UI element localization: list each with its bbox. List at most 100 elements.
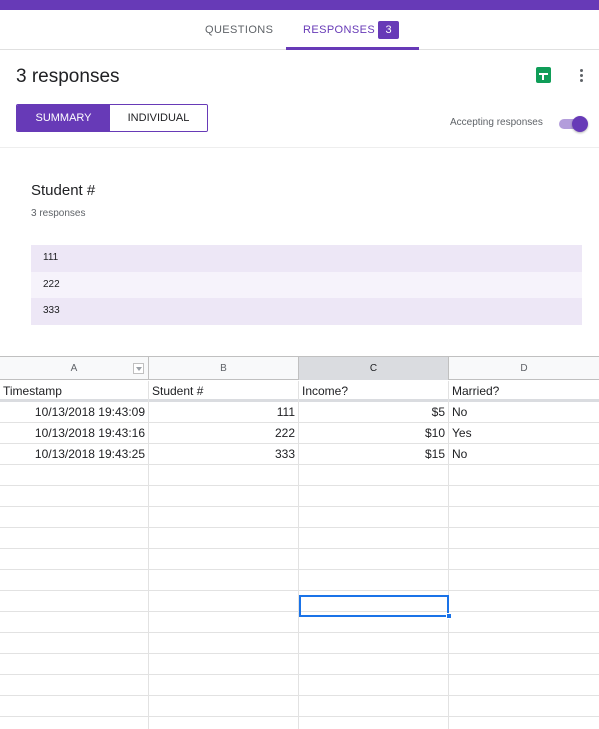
cell[interactable] <box>299 696 449 717</box>
cell[interactable] <box>299 549 449 570</box>
answer-item: 222 <box>31 271 582 298</box>
cell[interactable] <box>149 528 299 549</box>
cell[interactable] <box>149 717 299 729</box>
column-header-a[interactable]: A <box>0 357 149 380</box>
cell[interactable] <box>0 591 149 612</box>
cell[interactable] <box>149 612 299 633</box>
cell[interactable]: $15 <box>299 444 449 465</box>
cell[interactable] <box>449 696 599 717</box>
cell[interactable] <box>449 591 599 612</box>
cell[interactable] <box>149 633 299 654</box>
cell[interactable] <box>449 528 599 549</box>
cell[interactable] <box>149 486 299 507</box>
cell[interactable] <box>449 507 599 528</box>
top-accent-bar <box>0 0 599 10</box>
empty-row <box>0 696 599 717</box>
cell[interactable] <box>299 612 449 633</box>
cell[interactable] <box>149 465 299 486</box>
cell[interactable]: Student # <box>149 381 299 402</box>
empty-row <box>0 612 599 633</box>
form-tabs: QUESTIONS RESPONSES 3 <box>0 10 599 50</box>
cell[interactable] <box>0 717 149 729</box>
cell[interactable] <box>449 549 599 570</box>
cell[interactable] <box>149 591 299 612</box>
question-summary-card: Student # 3 responses 111 222 333 <box>0 149 599 356</box>
cell[interactable]: Yes <box>449 423 599 444</box>
cell[interactable]: Married? <box>449 381 599 402</box>
cell[interactable] <box>149 549 299 570</box>
empty-row <box>0 654 599 675</box>
cell[interactable]: Timestamp <box>0 381 149 402</box>
google-sheets-icon[interactable] <box>536 67 551 83</box>
cell[interactable] <box>299 675 449 696</box>
table-row: 10/13/2018 19:43:09 111 $5 No <box>0 402 599 423</box>
cell[interactable] <box>0 633 149 654</box>
cell[interactable] <box>0 675 149 696</box>
empty-row <box>0 633 599 654</box>
cell[interactable]: $5 <box>299 402 449 423</box>
cell[interactable] <box>299 507 449 528</box>
empty-row <box>0 591 599 612</box>
accepting-responses-toggle[interactable] <box>559 116 589 132</box>
cell[interactable]: 222 <box>149 423 299 444</box>
accepting-responses-label: Accepting responses <box>450 117 543 128</box>
cell[interactable] <box>0 465 149 486</box>
cell[interactable] <box>449 465 599 486</box>
header-row: Timestamp Student # Income? Married? <box>0 381 599 402</box>
answer-item: 333 <box>31 298 582 325</box>
cell[interactable] <box>149 675 299 696</box>
cell[interactable] <box>0 696 149 717</box>
column-header-c[interactable]: C <box>299 357 449 380</box>
cell[interactable] <box>449 654 599 675</box>
cell[interactable]: 10/13/2018 19:43:16 <box>0 423 149 444</box>
tab-responses[interactable]: RESPONSES <box>303 10 375 50</box>
cell[interactable]: 10/13/2018 19:43:09 <box>0 402 149 423</box>
cell[interactable]: Income? <box>299 381 449 402</box>
cell[interactable]: No <box>449 444 599 465</box>
cell[interactable] <box>299 591 449 612</box>
cell[interactable] <box>0 528 149 549</box>
empty-row <box>0 570 599 591</box>
cell[interactable] <box>149 654 299 675</box>
cell[interactable]: 111 <box>149 402 299 423</box>
cell[interactable] <box>0 570 149 591</box>
filter-dropdown-icon[interactable] <box>133 363 144 374</box>
cell[interactable] <box>449 570 599 591</box>
cell[interactable] <box>299 486 449 507</box>
cell[interactable] <box>299 633 449 654</box>
summary-button[interactable]: SUMMARY <box>17 105 110 131</box>
cell[interactable] <box>449 633 599 654</box>
cell[interactable] <box>0 549 149 570</box>
cell[interactable]: $10 <box>299 423 449 444</box>
empty-row <box>0 507 599 528</box>
cell[interactable] <box>299 654 449 675</box>
cell[interactable] <box>0 654 149 675</box>
cell[interactable] <box>149 507 299 528</box>
column-headers: A B C D <box>0 357 599 380</box>
column-header-d[interactable]: D <box>449 357 599 380</box>
empty-row <box>0 717 599 729</box>
cell[interactable] <box>149 696 299 717</box>
cell[interactable] <box>299 570 449 591</box>
tab-questions[interactable]: QUESTIONS <box>205 10 273 50</box>
column-header-b[interactable]: B <box>149 357 299 380</box>
cell[interactable] <box>299 465 449 486</box>
fill-handle[interactable] <box>446 613 452 619</box>
question-response-count: 3 responses <box>31 208 86 219</box>
cell[interactable] <box>0 486 149 507</box>
cell[interactable]: 10/13/2018 19:43:25 <box>0 444 149 465</box>
individual-button[interactable]: INDIVIDUAL <box>110 105 207 131</box>
cell[interactable] <box>299 528 449 549</box>
cell[interactable] <box>0 507 149 528</box>
more-vert-icon[interactable] <box>576 67 588 83</box>
cell[interactable] <box>0 612 149 633</box>
answer-item: 111 <box>31 245 582 272</box>
cell[interactable]: 333 <box>149 444 299 465</box>
cell[interactable] <box>449 675 599 696</box>
cell[interactable] <box>299 717 449 729</box>
cell[interactable]: No <box>449 402 599 423</box>
cell[interactable] <box>449 486 599 507</box>
cell[interactable] <box>449 717 599 729</box>
cell[interactable] <box>449 612 599 633</box>
cell[interactable] <box>149 570 299 591</box>
